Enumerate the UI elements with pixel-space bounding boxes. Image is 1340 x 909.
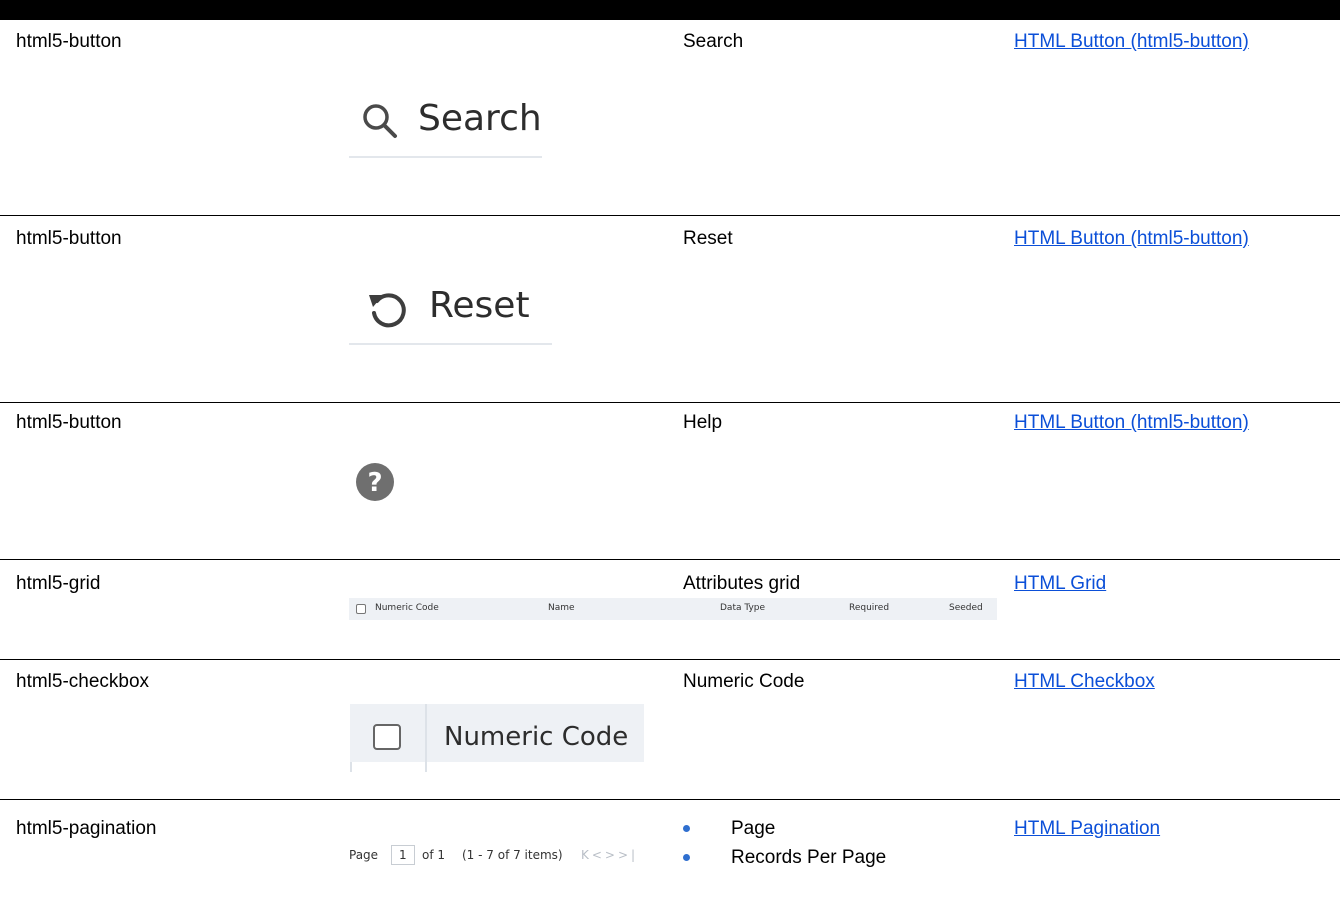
- component-description: Help: [683, 412, 723, 433]
- component-doc-link[interactable]: HTML Grid: [1014, 573, 1106, 595]
- grid-header-image: Numeric Code Name Data Type Required See…: [349, 598, 997, 620]
- search-button-label: Search: [418, 98, 542, 139]
- reset-button-image: Reset: [349, 275, 552, 347]
- search-button-image: Search: [349, 90, 542, 160]
- search-icon: [363, 104, 397, 138]
- column-divider: [350, 762, 352, 772]
- bullet-dot: [683, 854, 690, 861]
- pagination-page-value: 1: [399, 848, 407, 862]
- checkbox-label: Numeric Code: [444, 722, 629, 752]
- component-name: html5-checkbox: [16, 671, 150, 692]
- grid-column-header: Data Type: [720, 603, 766, 613]
- pagination-nav-icons: K<>>|: [581, 848, 639, 862]
- component-name: html5-grid: [16, 573, 101, 594]
- row-divider: [0, 402, 1340, 403]
- pagination-image: Page 1 of 1 (1 - 7 of 7 items) K<>>|: [349, 844, 649, 866]
- help-icon: ?: [356, 463, 394, 501]
- bullet-text: Page: [731, 818, 776, 839]
- row-divider: [0, 659, 1340, 660]
- component-name: html5-button: [16, 31, 122, 52]
- component-name: html5-pagination: [16, 818, 157, 839]
- pagination-of-label: of 1: [422, 848, 446, 862]
- component-description: Reset: [683, 228, 733, 249]
- button-underline: [349, 343, 552, 345]
- component-doc-link[interactable]: HTML Pagination: [1014, 818, 1160, 840]
- pagination-page-label: Page: [349, 848, 379, 862]
- grid-column-header: Name: [548, 603, 575, 613]
- bullet-text: Records Per Page: [731, 847, 887, 868]
- bullet-dot: [683, 825, 690, 832]
- grid-column-header: Required: [849, 603, 890, 613]
- component-name: html5-button: [16, 228, 122, 249]
- component-description: Search: [683, 31, 744, 52]
- svg-text:?: ?: [367, 468, 382, 498]
- component-description: Attributes grid: [683, 573, 801, 594]
- row-divider: [0, 559, 1340, 560]
- grid-column-header: Numeric Code: [375, 603, 439, 613]
- component-doc-link[interactable]: HTML Checkbox: [1014, 671, 1155, 693]
- component-doc-link[interactable]: HTML Button (html5-button): [1014, 31, 1249, 53]
- select-all-checkbox: [356, 604, 366, 614]
- column-divider: [425, 704, 427, 772]
- pagination-items-label: (1 - 7 of 7 items): [462, 848, 563, 862]
- button-underline: [349, 156, 542, 158]
- checkbox-image: Numeric Code: [350, 704, 644, 772]
- table-header-bar: [0, 0, 1340, 20]
- row-divider: [0, 799, 1340, 800]
- component-description: Numeric Code: [683, 671, 805, 692]
- checkbox-icon: [373, 724, 401, 750]
- row-divider: [0, 215, 1340, 216]
- component-doc-link[interactable]: HTML Button (html5-button): [1014, 412, 1249, 434]
- component-doc-link[interactable]: HTML Button (html5-button): [1014, 228, 1249, 250]
- component-name: html5-button: [16, 412, 122, 433]
- reset-icon: [369, 293, 406, 328]
- reset-button-label: Reset: [429, 285, 530, 326]
- grid-column-header: Seeded: [949, 603, 983, 613]
